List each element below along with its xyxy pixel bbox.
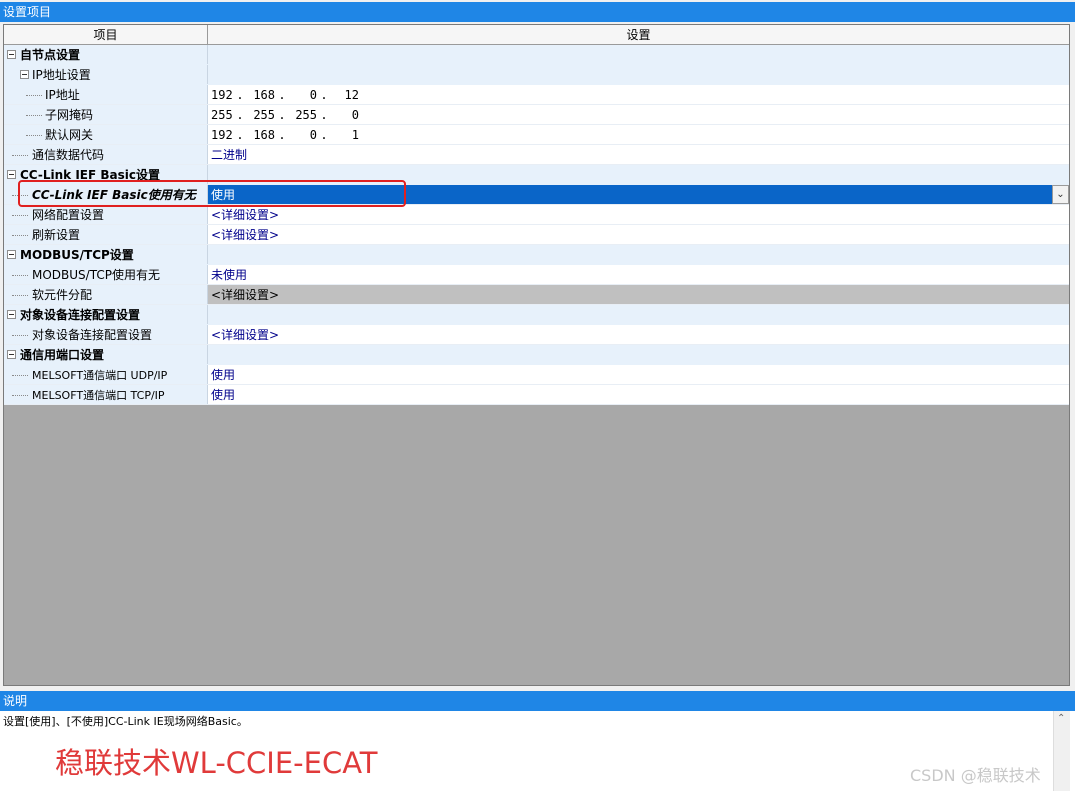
row-network-config[interactable]: 网络配置设置 <详细设置> <box>4 205 1069 225</box>
row-label: IP地址设置 <box>32 68 91 82</box>
row-melsoft-udp[interactable]: MELSOFT通信端口 UDP/IP 使用 <box>4 365 1069 385</box>
melsoft-udp-value[interactable]: 使用 <box>208 365 1069 384</box>
scroll-up-icon[interactable]: ⌃ <box>1057 713 1065 724</box>
group-row-comm-port[interactable]: 通信用端口设置 <box>4 345 1069 365</box>
row-label: 刷新设置 <box>32 228 81 242</box>
row-label: IP地址 <box>45 88 80 102</box>
row-label: 对象设备连接配置设置 <box>20 308 141 322</box>
row-target-device-config[interactable]: 对象设备连接配置设置 <详细设置> <box>4 325 1069 345</box>
row-label: MELSOFT通信端口 TCP/IP <box>32 388 165 402</box>
device-assignment-detail-link[interactable]: <详细设置> <box>208 285 1069 304</box>
default-gateway-value[interactable]: 192. 168. 0. 1 <box>208 125 1069 144</box>
row-label: 自节点设置 <box>20 48 81 62</box>
collapse-icon[interactable] <box>7 50 16 59</box>
network-config-detail-link[interactable]: <详细设置> <box>208 205 1069 224</box>
row-refresh-settings[interactable]: 刷新设置 <详细设置> <box>4 225 1069 245</box>
grid-header: 项目 设置 <box>4 25 1069 45</box>
collapse-icon[interactable] <box>7 350 16 359</box>
ip-address-value[interactable]: 192. 168. 0. 12 <box>208 85 1069 104</box>
chevron-down-icon[interactable]: ⌄ <box>1052 185 1069 204</box>
row-label: 通信数据代码 <box>32 148 105 162</box>
description-scrollbar[interactable]: ⌃ <box>1053 711 1070 791</box>
row-label: 软元件分配 <box>32 288 93 302</box>
row-label: 默认网关 <box>45 128 94 142</box>
settings-panel: 项目 设置 自节点设置 IP地址设置 IP地址 192. 168. 0. 12 子网掩… <box>3 24 1070 686</box>
refresh-detail-link[interactable]: <详细设置> <box>208 225 1069 244</box>
row-label: MODBUS/TCP使用有无 <box>32 268 160 282</box>
row-label: 子网掩码 <box>45 108 94 122</box>
row-ip-address[interactable]: IP地址 192. 168. 0. 12 <box>4 85 1069 105</box>
row-label: 通信用端口设置 <box>20 348 105 362</box>
watermark-text: 稳联技术WL-CCIE-ECAT <box>55 746 378 780</box>
group-row-own-node[interactable]: 自节点设置 <box>4 45 1069 65</box>
melsoft-tcp-value[interactable]: 使用 <box>208 385 1069 404</box>
group-row-modbus[interactable]: MODBUS/TCP设置 <box>4 245 1069 265</box>
row-label: 对象设备连接配置设置 <box>32 328 153 342</box>
target-device-detail-link[interactable]: <详细设置> <box>208 325 1069 344</box>
group-row-target-device[interactable]: 对象设备连接配置设置 <box>4 305 1069 325</box>
row-label: MELSOFT通信端口 UDP/IP <box>32 368 168 382</box>
row-label: 网络配置设置 <box>32 208 105 222</box>
collapse-icon[interactable] <box>7 170 16 179</box>
collapse-icon[interactable] <box>20 70 29 79</box>
description-title: 说明 <box>0 691 1075 711</box>
comm-data-code-value[interactable]: 二进制 <box>208 145 1069 164</box>
row-comm-data-code[interactable]: 通信数据代码 二进制 <box>4 145 1069 165</box>
column-header-item[interactable]: 项目 <box>4 25 208 44</box>
csdn-watermark: CSDN @稳联技术 <box>910 766 1041 785</box>
settings-items-title: 设置项目 <box>0 2 1075 22</box>
row-default-gateway[interactable]: 默认网关 192. 168. 0. 1 <box>4 125 1069 145</box>
settings-grid: 项目 设置 自节点设置 IP地址设置 IP地址 192. 168. 0. 12 子网掩… <box>4 25 1069 405</box>
row-modbus-use[interactable]: MODBUS/TCP使用有无 未使用 <box>4 265 1069 285</box>
modbus-use-value[interactable]: 未使用 <box>208 265 1069 284</box>
row-subnet-mask[interactable]: 子网掩码 255. 255. 255. 0 <box>4 105 1069 125</box>
highlight-box <box>18 180 406 207</box>
row-melsoft-tcp[interactable]: MELSOFT通信端口 TCP/IP 使用 <box>4 385 1069 405</box>
row-device-assignment[interactable]: 软元件分配 <详细设置> <box>4 285 1069 305</box>
description-text: 设置[使用]、[不使用]CC-Link IE现场网络Basic。 <box>3 715 248 728</box>
collapse-icon[interactable] <box>7 250 16 259</box>
collapse-icon[interactable] <box>7 310 16 319</box>
subnet-mask-value[interactable]: 255. 255. 255. 0 <box>208 105 1069 124</box>
row-label: MODBUS/TCP设置 <box>20 248 134 262</box>
group-row-ip-settings[interactable]: IP地址设置 <box>4 65 1069 85</box>
column-header-setting[interactable]: 设置 <box>208 25 1069 44</box>
